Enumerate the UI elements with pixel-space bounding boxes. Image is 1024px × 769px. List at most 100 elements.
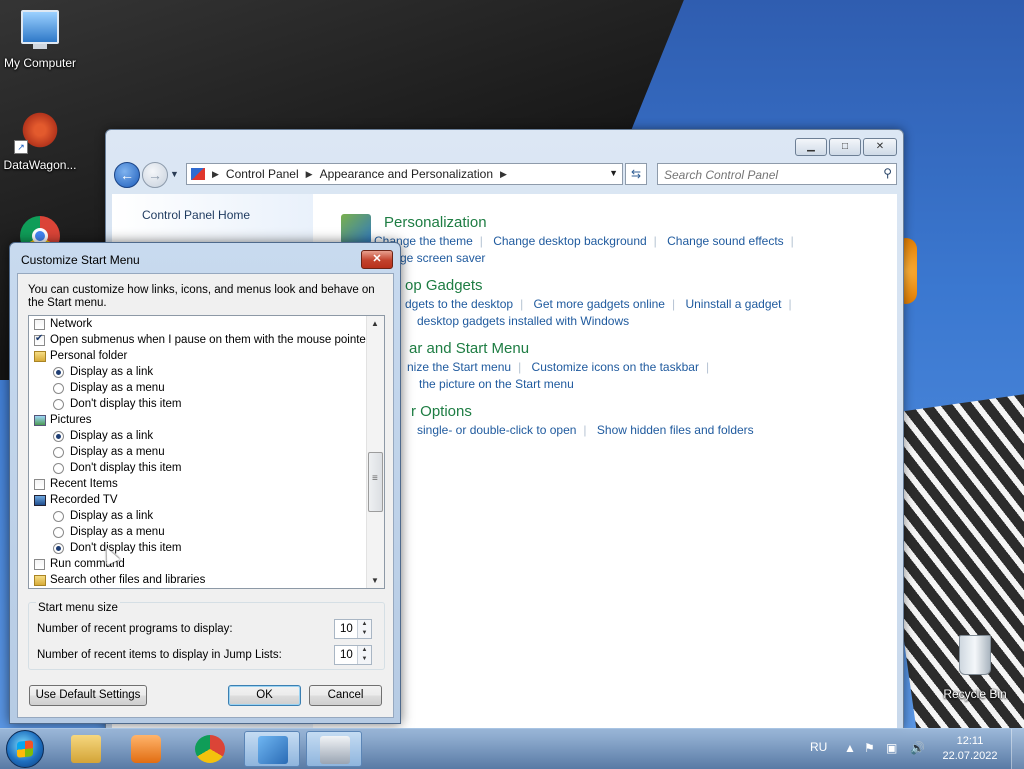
start-button[interactable]	[6, 730, 44, 768]
link[interactable]: Change sound effects	[667, 234, 784, 248]
option-row[interactable]: Personal folder	[34, 348, 127, 364]
dialog-body: You can customize how links, icons, and …	[17, 273, 394, 718]
category-title[interactable]: Personalization	[384, 214, 487, 231]
taskbar-button-control-panel[interactable]	[244, 731, 300, 767]
option-label: Personal folder	[50, 350, 128, 362]
option-row[interactable]: Display as a menu	[53, 380, 165, 396]
options-scrollbar[interactable]: ▲ ▼	[366, 316, 384, 588]
breadcrumb-appearance[interactable]: Appearance and Personalization	[320, 167, 493, 181]
option-row[interactable]: Open submenus when I pause on them with …	[34, 332, 370, 348]
link[interactable]: desktop gadgets installed with Windows	[417, 314, 629, 328]
breadcrumb-arrow-icon[interactable]: ▶	[306, 169, 313, 180]
ok-button[interactable]: OK	[228, 685, 301, 706]
media-player-icon	[131, 735, 161, 763]
option-row[interactable]: Display as a link	[53, 508, 153, 524]
radio-button[interactable]	[53, 366, 64, 378]
taskbar-button-media-player[interactable]	[118, 731, 174, 767]
link[interactable]: Change desktop background	[493, 234, 646, 248]
checkbox[interactable]	[34, 478, 45, 490]
scroll-up-icon[interactable]: ▲	[371, 319, 379, 328]
link[interactable]: single- or double-click to open	[417, 423, 576, 437]
breadcrumb-arrow-icon[interactable]: ▶	[212, 169, 219, 180]
show-desktop-button[interactable]	[1011, 729, 1024, 769]
taskbar-button-explorer[interactable]	[58, 731, 114, 767]
option-row[interactable]: Display as a link	[53, 428, 153, 444]
breadcrumb-arrow-icon[interactable]: ▶	[500, 169, 507, 180]
dialog-description: You can customize how links, icons, and …	[28, 284, 375, 309]
category-title[interactable]: ar and Start Menu	[409, 340, 529, 357]
checkbox[interactable]	[34, 318, 45, 330]
link[interactable]: Customize icons on the taskbar	[532, 360, 699, 374]
radio-button[interactable]	[53, 462, 64, 474]
desktop-icon-datawagon[interactable]: ↗ DataWagon...	[0, 110, 80, 172]
link[interactable]: Show hidden files and folders	[597, 423, 754, 437]
checkbox[interactable]	[34, 333, 45, 346]
option-row[interactable]: Display as a menu	[53, 524, 165, 540]
link[interactable]: ge screen saver	[400, 251, 485, 265]
back-button[interactable]: ←	[114, 162, 140, 188]
taskbar-button-dialog[interactable]	[306, 731, 362, 767]
option-row[interactable]: Recent Items	[34, 476, 118, 492]
link-row: ge screen saver	[400, 251, 485, 265]
radio-button[interactable]	[53, 446, 64, 458]
option-row[interactable]: Display as a menu	[53, 444, 165, 460]
radio-button[interactable]	[53, 430, 64, 442]
volume-icon[interactable]: 🔊	[910, 741, 925, 755]
action-center-icon[interactable]: ⚑	[864, 741, 875, 755]
option-row[interactable]: Network	[34, 316, 92, 332]
option-row[interactable]: Pictures	[34, 412, 92, 428]
network-icon[interactable]: ▣	[886, 741, 897, 755]
forward-button[interactable]: →	[142, 162, 168, 188]
option-row[interactable]: Display as a link	[53, 364, 153, 380]
use-default-settings-button[interactable]: Use Default Settings	[29, 685, 147, 706]
language-indicator[interactable]: RU	[810, 740, 827, 754]
breadcrumb-control-panel[interactable]: Control Panel	[226, 167, 299, 181]
close-button[interactable]: ✕	[863, 138, 897, 156]
search-box[interactable]: ⚲	[657, 163, 897, 185]
dialog-close-button[interactable]: ✕	[361, 250, 393, 269]
link[interactable]: the picture on the Start menu	[419, 377, 574, 391]
option-label: Display as a link	[70, 366, 154, 378]
category-title[interactable]: r Options	[411, 403, 472, 420]
option-row[interactable]: Search other files and libraries	[34, 572, 205, 588]
search-input[interactable]	[662, 165, 874, 185]
address-dropdown-icon[interactable]: ▼	[609, 168, 618, 178]
control-panel-home-link[interactable]: Control Panel Home	[142, 208, 250, 222]
clock[interactable]: 12:11 22.07.2022	[942, 734, 998, 764]
radio-button[interactable]	[53, 526, 64, 538]
radio-button[interactable]	[53, 382, 64, 394]
option-row[interactable]: Don't display this item	[53, 460, 182, 476]
stepper-arrows-icon[interactable]: ▲ ▼	[357, 646, 371, 664]
link[interactable]: Get more gadgets online	[534, 297, 665, 311]
minimize-button[interactable]: ▁	[795, 138, 827, 156]
recent-items-stepper[interactable]: ▲▼	[334, 645, 372, 665]
category-title[interactable]: op Gadgets	[405, 277, 483, 294]
desktop-icon-my-computer[interactable]: My Computer	[0, 10, 80, 70]
scroll-down-icon[interactable]: ▼	[371, 576, 379, 585]
link-row: single- or double-click to open | Show hi…	[417, 423, 754, 437]
option-row[interactable]: Don't display this item	[53, 396, 182, 412]
taskbar-button-chrome[interactable]	[182, 731, 238, 767]
options-list[interactable]: Network Open submenus when I pause on the…	[28, 315, 385, 589]
maximize-button[interactable]: □	[829, 138, 861, 156]
stepper-arrows-icon[interactable]: ▲ ▼	[357, 620, 371, 638]
radio-button[interactable]	[53, 542, 64, 554]
checkbox[interactable]	[34, 558, 45, 570]
link[interactable]: dgets to the desktop	[405, 297, 513, 311]
option-row[interactable]: Recorded TV	[34, 492, 118, 508]
refresh-button[interactable]: ⇆	[625, 163, 647, 185]
cancel-button[interactable]: Cancel	[309, 685, 382, 706]
show-hidden-icons-icon[interactable]: ▲	[844, 741, 856, 755]
folder-icon	[34, 350, 46, 362]
search-icon[interactable]: ⚲	[883, 166, 892, 180]
scroll-thumb[interactable]	[368, 452, 383, 512]
link[interactable]: nize the Start menu	[407, 360, 511, 374]
link[interactable]: Uninstall a gadget	[685, 297, 781, 311]
dialog-icon	[320, 736, 350, 764]
desktop-icon-recycle-bin[interactable]: Recycle Bin	[935, 635, 1015, 701]
recent-pages-dropdown[interactable]: ▼	[170, 169, 179, 179]
radio-button[interactable]	[53, 510, 64, 522]
address-bar[interactable]: ▶ Control Panel ▶ Appearance and Persona…	[186, 163, 623, 185]
recent-programs-stepper[interactable]: ▲▼	[334, 619, 372, 639]
radio-button[interactable]	[53, 398, 64, 410]
